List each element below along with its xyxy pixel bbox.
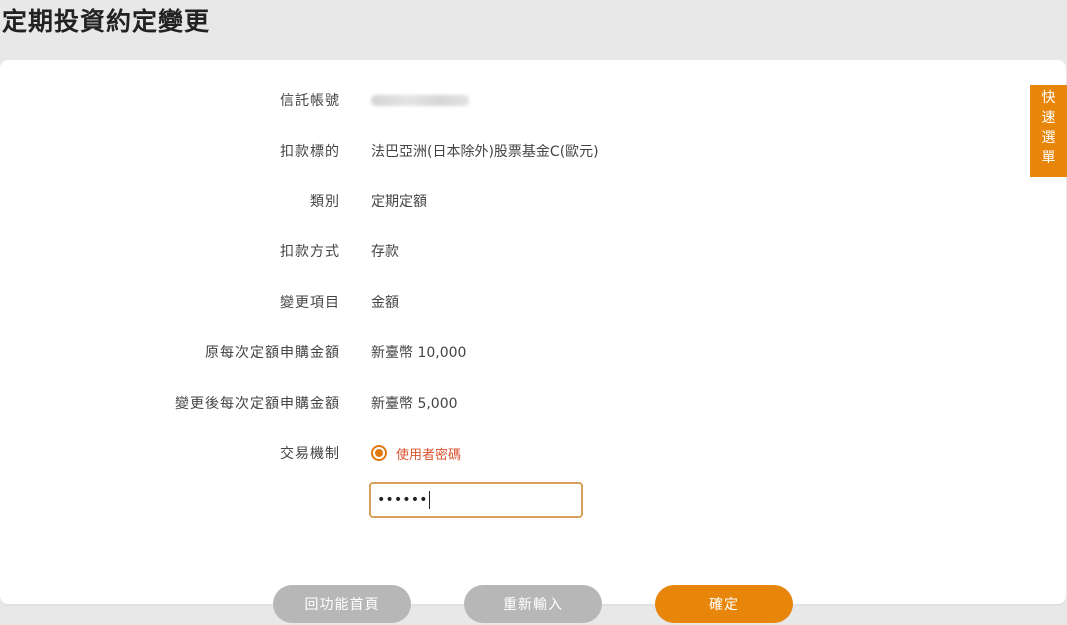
category-value: 定期定額 xyxy=(371,194,427,210)
text-caret xyxy=(428,491,430,509)
quick-menu-char: 選 xyxy=(1041,130,1056,146)
mechanism-label: 交易機制 xyxy=(280,446,340,462)
row-payment-method: 扣款方式 存款 xyxy=(0,236,1066,266)
reset-button[interactable]: 重新輸入 xyxy=(464,585,602,623)
row-new-amount: 變更後每次定額申購金額 新臺幣 5,000 xyxy=(0,388,1066,418)
new-amount-label: 變更後每次定額申購金額 xyxy=(175,396,340,412)
confirm-button[interactable]: 確定 xyxy=(655,585,793,623)
form-card: 信託帳號 扣款標的 法巴亞洲(日本除外)股票基金C(歐元) 類別 定期定額 扣款… xyxy=(0,60,1066,604)
password-masked-value: •••••• xyxy=(377,492,428,508)
row-mechanism: 交易機制 使用者密碼 xyxy=(0,438,1066,468)
fund-label: 扣款標的 xyxy=(280,144,340,160)
row-category: 類別 定期定額 xyxy=(0,186,1066,216)
quick-menu-char: 快 xyxy=(1041,90,1056,106)
payment-method-label: 扣款方式 xyxy=(280,244,340,260)
trust-account-label: 信託帳號 xyxy=(280,93,340,109)
page-title: 定期投資約定變更 xyxy=(2,7,211,36)
new-amount-value: 新臺幣 5,000 xyxy=(371,396,458,412)
category-label: 類別 xyxy=(310,194,340,210)
masked-account-number xyxy=(371,94,469,106)
quick-menu-char: 速 xyxy=(1041,110,1056,126)
radio-selected-icon[interactable] xyxy=(371,445,387,461)
trust-account-value xyxy=(371,92,469,108)
row-original-amount: 原每次定額申購金額 新臺幣 10,000 xyxy=(0,337,1066,367)
password-radio-label: 使用者密碼 xyxy=(396,447,462,463)
row-fund: 扣款標的 法巴亞洲(日本除外)股票基金C(歐元) xyxy=(0,136,1066,166)
row-trust-account: 信託帳號 xyxy=(0,85,1066,115)
password-input[interactable]: •••••• xyxy=(369,482,583,518)
row-change-item: 變更項目 金額 xyxy=(0,287,1066,317)
fund-value: 法巴亞洲(日本除外)股票基金C(歐元) xyxy=(371,144,599,160)
quick-menu-tab[interactable]: 快 速 選 單 xyxy=(1030,85,1067,177)
password-radio-option[interactable]: 使用者密碼 xyxy=(371,444,461,463)
change-item-value: 金額 xyxy=(371,295,399,311)
payment-method-value: 存款 xyxy=(371,244,399,260)
quick-menu-char: 單 xyxy=(1041,150,1056,166)
home-button[interactable]: 回功能首頁 xyxy=(273,585,411,623)
original-amount-value: 新臺幣 10,000 xyxy=(371,345,467,361)
change-item-label: 變更項目 xyxy=(280,295,340,311)
original-amount-label: 原每次定額申購金額 xyxy=(205,345,340,361)
